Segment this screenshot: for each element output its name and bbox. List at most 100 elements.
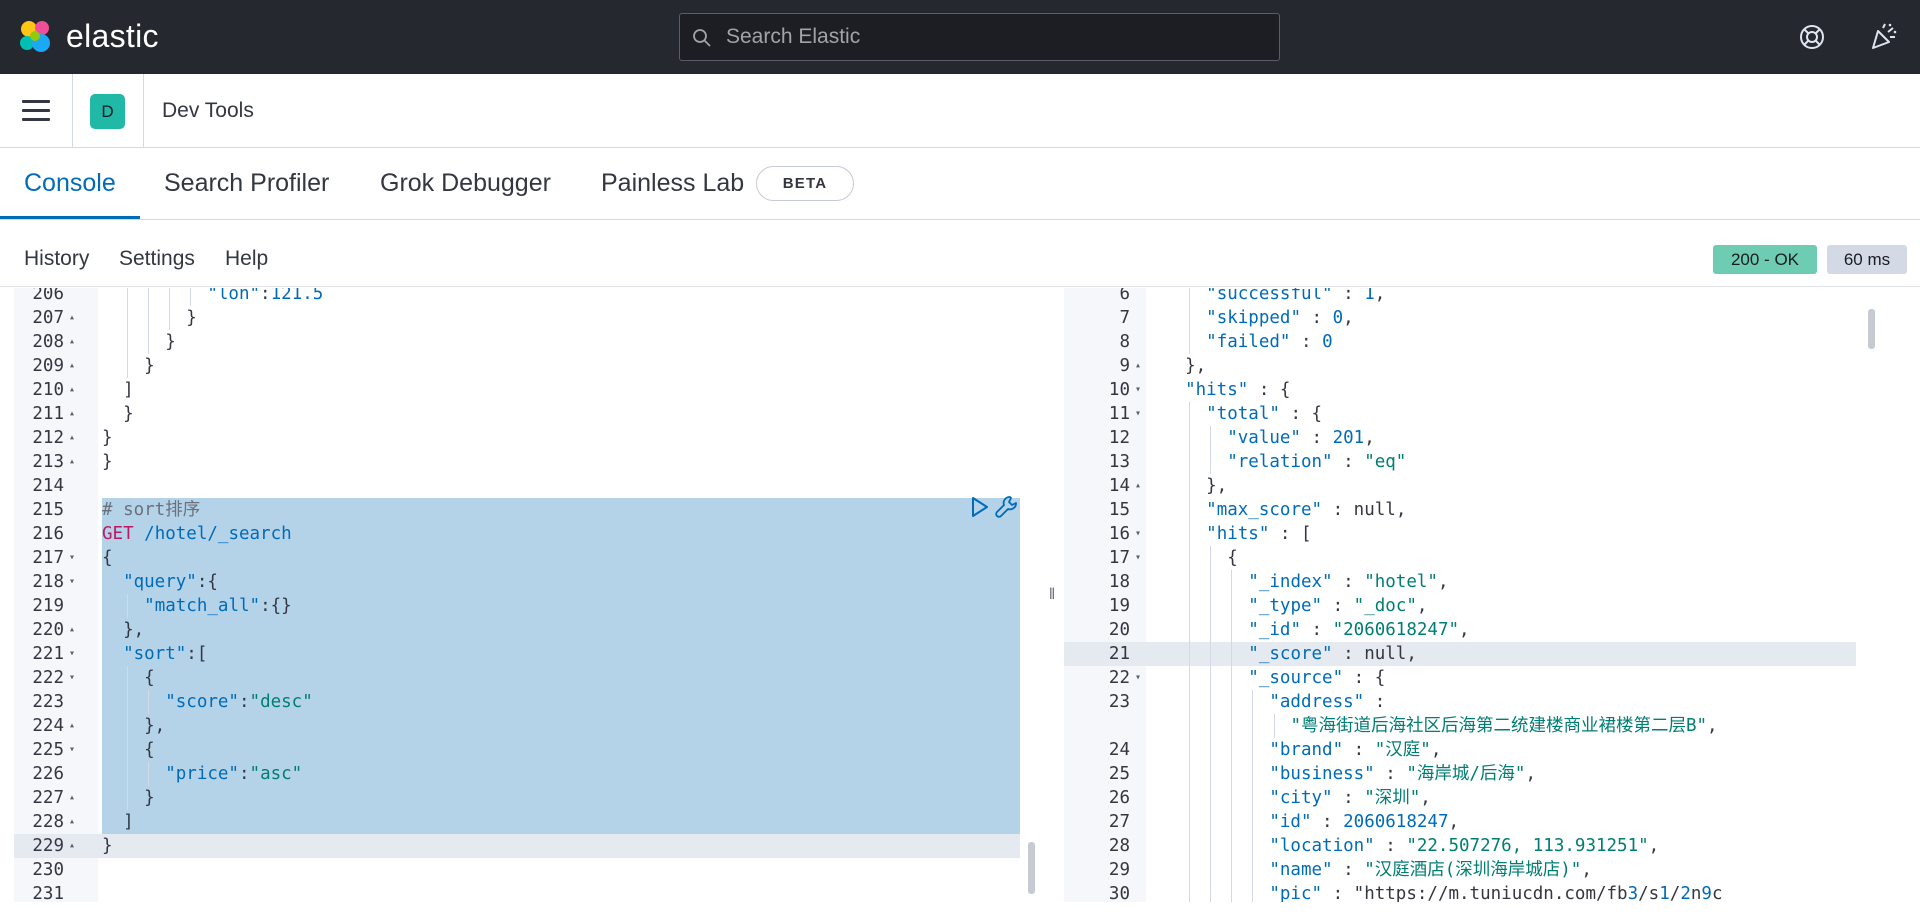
code-line[interactable]: 227 ▴ } (14, 786, 1038, 810)
code-line[interactable]: 221 ▾ "sort":[ (14, 642, 1038, 666)
code-line[interactable]: 21 "_score" : null, (1064, 642, 1907, 666)
tab-grok-debugger[interactable]: Grok Debugger (380, 169, 551, 198)
code-line[interactable]: 226 "price":"asc" (14, 762, 1038, 786)
code-line[interactable]: 216 GET /hotel/_search (14, 522, 1038, 546)
code-line[interactable]: 26 "city" : "深圳", (1064, 786, 1907, 810)
fold-open-icon[interactable]: ▾ (66, 738, 78, 762)
tab-painless-lab[interactable]: Painless Lab (601, 169, 744, 198)
code-line[interactable]: 217 ▾ { (14, 546, 1038, 570)
code-line[interactable]: 8 "failed" : 0 (1064, 330, 1907, 354)
search-input[interactable] (726, 14, 1266, 60)
code-line[interactable]: 23 "address" : (1064, 690, 1907, 714)
code-line[interactable]: 220 ▴ }, (14, 618, 1038, 642)
fold-close-icon[interactable]: ▴ (66, 426, 78, 450)
fold-close-icon[interactable]: ▴ (66, 330, 78, 354)
fold-close-icon[interactable]: ▴ (66, 450, 78, 474)
code-line[interactable]: 15 "max_score" : null, (1064, 498, 1907, 522)
space-avatar[interactable]: D (90, 94, 125, 129)
code-line[interactable]: 225 ▾ { (14, 738, 1038, 762)
fold-open-icon[interactable]: ▾ (66, 546, 78, 570)
play-icon[interactable] (970, 496, 990, 518)
code-line[interactable]: 214 (14, 474, 1038, 498)
code-line[interactable]: 209 ▴ } (14, 354, 1038, 378)
fold-close-icon[interactable]: ▴ (1132, 354, 1144, 378)
request-scrollbar[interactable] (1028, 842, 1035, 894)
code-line[interactable]: 20 "_id" : "2060618247", (1064, 618, 1907, 642)
request-editor[interactable]: 206 "lon":121.5 207 ▴ } 208 ▴ } 209 ▴ } 210 ▴ ] 2… (14, 288, 1038, 902)
code-line[interactable]: 212 ▴} (14, 426, 1038, 450)
fold-open-icon[interactable]: ▾ (1132, 402, 1144, 426)
elastic-logo-icon[interactable] (16, 17, 56, 57)
menu-icon[interactable] (22, 100, 50, 122)
fold-close-icon[interactable]: ▴ (66, 402, 78, 426)
response-editor[interactable]: 6 "successful" : 1, 7 "skipped" : 0, 8 "fa… (1064, 288, 1907, 902)
response-scrollbar[interactable] (1868, 309, 1875, 349)
settings-link[interactable]: Settings (119, 247, 195, 271)
code-line[interactable]: 224 ▴ }, (14, 714, 1038, 738)
help-icon[interactable] (1797, 22, 1827, 52)
code-line[interactable]: 218 ▾ "query":{ (14, 570, 1038, 594)
code-line[interactable]: "粤海街道后海社区后海第二统建楼商业裙楼第二层B", (1064, 714, 1907, 738)
code-line[interactable]: 207 ▴ } (14, 306, 1038, 330)
tab-console[interactable]: Console (24, 169, 116, 198)
code-line[interactable]: 17 ▾ { (1064, 546, 1907, 570)
code-line[interactable]: 13 "relation" : "eq" (1064, 450, 1907, 474)
wrench-icon[interactable] (994, 494, 1020, 520)
code-line[interactable]: 223 "score":"desc" (14, 690, 1038, 714)
code-line[interactable]: 229 ▴} (14, 834, 1038, 858)
code-line[interactable]: 30 "pic" : "https://m.tuniucdn.com/fb3/s… (1064, 882, 1907, 902)
code-line[interactable]: 219 "match_all":{} (14, 594, 1038, 618)
code-line[interactable]: 210 ▴ ] (14, 378, 1038, 402)
code-line[interactable]: 9 ▴ }, (1064, 354, 1907, 378)
brand-name[interactable]: elastic (66, 18, 159, 55)
history-link[interactable]: History (24, 247, 89, 271)
fold-close-icon[interactable]: ▴ (66, 834, 78, 858)
code-line[interactable]: 213 ▴} (14, 450, 1038, 474)
fold-close-icon[interactable]: ▴ (66, 306, 78, 330)
code-line[interactable]: 24 "brand" : "汉庭", (1064, 738, 1907, 762)
code-line[interactable]: 22 ▾ "_source" : { (1064, 666, 1907, 690)
fold-close-icon[interactable]: ▴ (66, 378, 78, 402)
code-line[interactable]: 12 "value" : 201, (1064, 426, 1907, 450)
code-line[interactable]: 222 ▾ { (14, 666, 1038, 690)
fold-open-icon[interactable]: ▾ (1132, 666, 1144, 690)
fold-close-icon[interactable]: ▴ (66, 618, 78, 642)
code-line[interactable]: 208 ▴ } (14, 330, 1038, 354)
code-line[interactable]: 18 "_index" : "hotel", (1064, 570, 1907, 594)
fold-open-icon[interactable]: ▾ (66, 642, 78, 666)
fold-close-icon[interactable]: ▴ (66, 786, 78, 810)
code-line[interactable]: 11 ▾ "total" : { (1064, 402, 1907, 426)
code-line[interactable]: 228 ▴ ] (14, 810, 1038, 834)
tab-search-profiler[interactable]: Search Profiler (164, 169, 329, 198)
request-code[interactable]: 206 "lon":121.5 207 ▴ } 208 ▴ } 209 ▴ } 210 ▴ ] 2… (14, 288, 1038, 902)
code-line[interactable]: 14 ▴ }, (1064, 474, 1907, 498)
fold-open-icon[interactable]: ▾ (1132, 522, 1144, 546)
fold-open-icon[interactable]: ▾ (1132, 378, 1144, 402)
code-line[interactable]: 19 "_type" : "_doc", (1064, 594, 1907, 618)
fold-close-icon[interactable]: ▴ (66, 810, 78, 834)
code-line[interactable]: 28 "location" : "22.507276, 113.931251", (1064, 834, 1907, 858)
code-line[interactable]: 10 ▾ "hits" : { (1064, 378, 1907, 402)
code-line[interactable]: 231 (14, 882, 1038, 902)
code-line[interactable]: 27 "id" : 2060618247, (1064, 810, 1907, 834)
fold-close-icon[interactable]: ▴ (1132, 474, 1144, 498)
code-line[interactable]: 230 (14, 858, 1038, 882)
global-search[interactable] (679, 13, 1280, 61)
response-code[interactable]: 6 "successful" : 1, 7 "skipped" : 0, 8 "fa… (1064, 288, 1907, 902)
code-line[interactable]: 215 # sort排序 (14, 498, 1038, 522)
code-line[interactable]: 206 "lon":121.5 (14, 288, 1038, 306)
pane-resize-handle[interactable]: ‖ (1046, 584, 1058, 606)
code-line[interactable]: 29 "name" : "汉庭酒店(深圳海岸城店)", (1064, 858, 1907, 882)
code-line[interactable]: 16 ▾ "hits" : [ (1064, 522, 1907, 546)
newsfeed-icon[interactable] (1868, 22, 1898, 52)
code-line[interactable]: 7 "skipped" : 0, (1064, 306, 1907, 330)
fold-open-icon[interactable]: ▾ (1132, 546, 1144, 570)
code-line[interactable]: 211 ▴ } (14, 402, 1038, 426)
fold-open-icon[interactable]: ▾ (66, 570, 78, 594)
fold-open-icon[interactable]: ▾ (66, 666, 78, 690)
code-line[interactable]: 6 "successful" : 1, (1064, 288, 1907, 306)
fold-close-icon[interactable]: ▴ (66, 354, 78, 378)
help-link[interactable]: Help (225, 247, 268, 271)
code-line[interactable]: 25 "business" : "海岸城/后海", (1064, 762, 1907, 786)
fold-close-icon[interactable]: ▴ (66, 714, 78, 738)
